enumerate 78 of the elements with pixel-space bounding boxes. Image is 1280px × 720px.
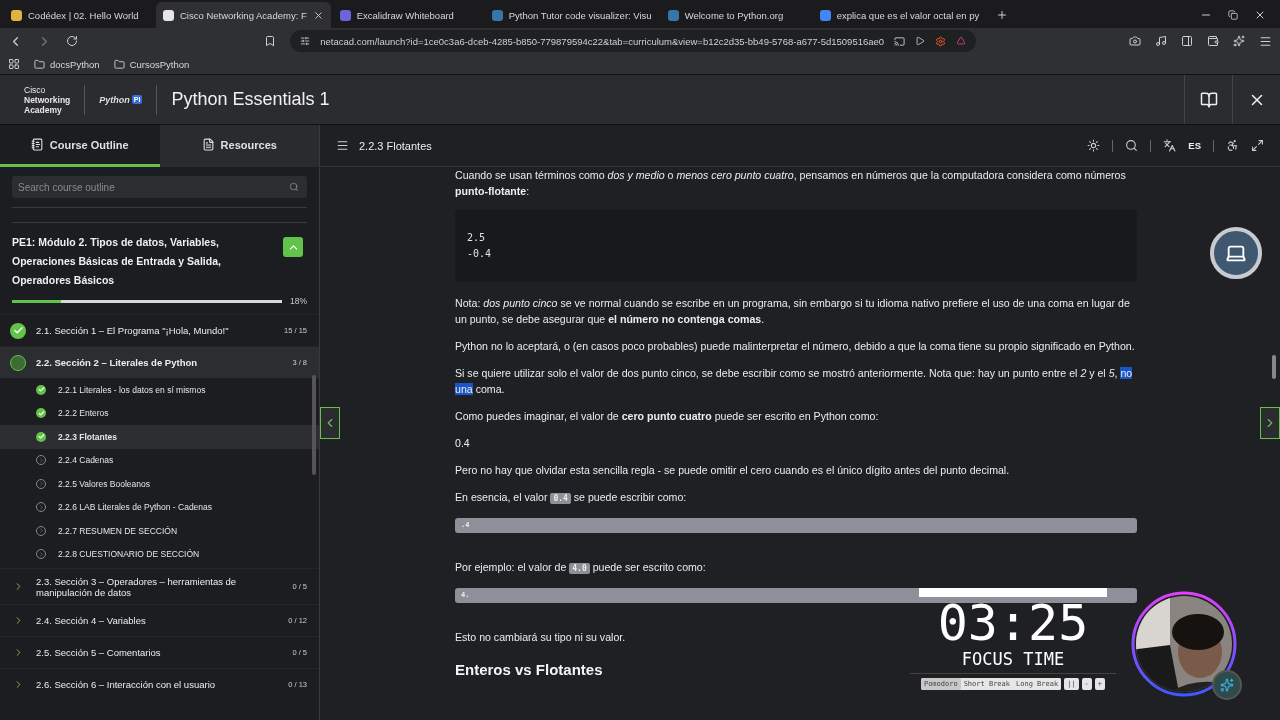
triangle-icon [956,36,967,46]
notebook-icon [30,138,44,151]
music-icon [1155,35,1167,47]
search-icon [289,182,299,192]
bookmark-icon [264,35,277,47]
apps-icon [8,58,20,70]
paragraph: Esto no cambiará su tipo ni su valor. [455,630,627,645]
menu-icon [336,139,349,152]
collapse-button[interactable] [283,237,303,257]
close-icon [1254,9,1266,21]
new-tab-icon [996,9,1009,21]
paragraph: Pero no hay que olvidar esta sencilla regla - se puede omitir el cero cuando es el único dígito antes del punto decimal. [455,463,1011,478]
timer-mode: FOCUS TIME [910,649,1116,674]
settings-icon [300,36,311,46]
lesson-item[interactable]: 2.2.1 Literales - los datos en sí mismos [0,378,319,402]
search-icon [1125,139,1139,152]
browser-tab[interactable]: Welcome to Python.org [660,2,811,28]
progress-percent: 18% [290,296,307,306]
sparkles-icon [1233,35,1245,47]
logo-text: Python [99,94,130,105]
sun-icon [1087,139,1101,152]
lesson-item[interactable]: 2.2.5 Valores Booleanos [0,472,319,496]
bookmark-link[interactable]: CursosPython [113,58,190,70]
cast-icon [894,35,906,47]
code-block: 2.5 -0.4 [455,210,1137,282]
browser-tab[interactable]: explica que es el valor octal en py [812,2,987,28]
browser-tab[interactable]: Codédex | 02. Hello World [4,2,154,28]
lesson-item[interactable]: 2.2.4 Cadenas [0,448,319,472]
search-field[interactable]: Search course outline [12,176,307,198]
paragraph: Cuando se usan términos como dos y medio o menos cero punto cuatro, pensamos en números que la computadora considera como números punto-flotante: [455,168,1127,199]
paragraph: Nota: dos punto cinco se ve normal cuando se escribe en un programa, sin embargo si tu idioma nativo prefiere el uso de una coma en lugar de un punto, se debe asegurar que el número no contenga comas. [455,296,1131,327]
lesson-item[interactable]: 2.2.6 LAB Literales de Python - Cadenas [0,495,319,519]
bookmark-link[interactable]: docsPython [34,58,100,70]
translate-icon [1163,139,1177,152]
camera-icon [1129,35,1141,47]
browser-tab[interactable]: Python Tutor code visualizer: Visu [484,2,659,28]
paragraph: 0.4 [455,436,471,451]
sidebar-icon [1181,35,1193,47]
lesson-item[interactable]: 2.2.8 CUESTIONARIO DE SECCIÓN [0,542,319,566]
paragraph: Si se quiere utilizar solo el valor de dos punto cinco, se debe escribir como se mostró anteriormente. Nota que: hay un punto entre el 2 y el 5, no una coma. [455,366,1134,397]
lesson-item[interactable]: 2.2.3 Flotantes [0,425,319,449]
wallet-icon [1207,35,1219,47]
brand-text: Networking [24,94,71,105]
paragraph: Por ejemplo: el valor de 4.0 puede ser escrito como: [455,560,707,576]
paragraph: En esencia, el valor 0.4 se puede escribir como: [455,490,688,506]
scrollbar[interactable] [312,375,316,475]
address-field[interactable]: netacad.com/launch?id=1ce0c3a6-dceb-4285-b850-779879594c22&tab=curriculum&view=b12c2d35-bb49-5768-a677-5d1509516ae0 [290,30,977,52]
restore-icon [1228,9,1238,21]
language-label[interactable]: ES [1188,140,1201,151]
previous-button[interactable] [320,407,340,439]
brand-text: Cisco [24,84,47,95]
menu-icon [1259,34,1272,48]
folder-icon [113,58,125,70]
expand-icon [1251,139,1264,152]
app-button[interactable] [1212,670,1242,700]
course-title: Python Essentials 1 [170,89,330,110]
browser-tab[interactable]: Excalidraw Whiteboard [332,2,483,28]
sparkles-icon [1220,678,1234,692]
lesson-title: 2.2.3 Flotantes [359,139,432,152]
close-icon [312,9,324,21]
accessibility-icon [1226,139,1239,152]
browser-tab[interactable]: Cisco Networking Academy: F [156,2,331,28]
paragraph: Como puedes imaginar, el valor de cero punto cuatro puede ser escrito en Python como: [455,409,880,424]
module-title: PE1: Módulo 2. Tipos de datos, Variables, Operaciones Básicas de Entrada y Salida, Operadores Básicos [12,235,222,288]
section-heading: Enteros vs Flotantes [455,661,604,678]
scrollbar[interactable] [1272,355,1276,379]
reload-icon [66,35,78,47]
document-icon [201,138,215,151]
next-button[interactable] [1260,407,1280,439]
sidebar-tab[interactable]: Course Outline [0,125,160,167]
play-icon [915,36,926,46]
laptop-button[interactable] [1210,227,1262,279]
brand-text: Academy [24,104,62,115]
book-icon [1199,90,1218,109]
paragraph: Python no lo aceptará, o (en casos poco probables) puede malinterpretar el número, debido a que la coma tiene su propio significado en Python. [455,339,1136,354]
lesson-item[interactable]: 2.2.7 RESUMEN DE SECCIÓN [0,519,319,543]
lesson-item[interactable]: 2.2.2 Enteros [0,401,319,425]
folder-icon [34,58,45,70]
